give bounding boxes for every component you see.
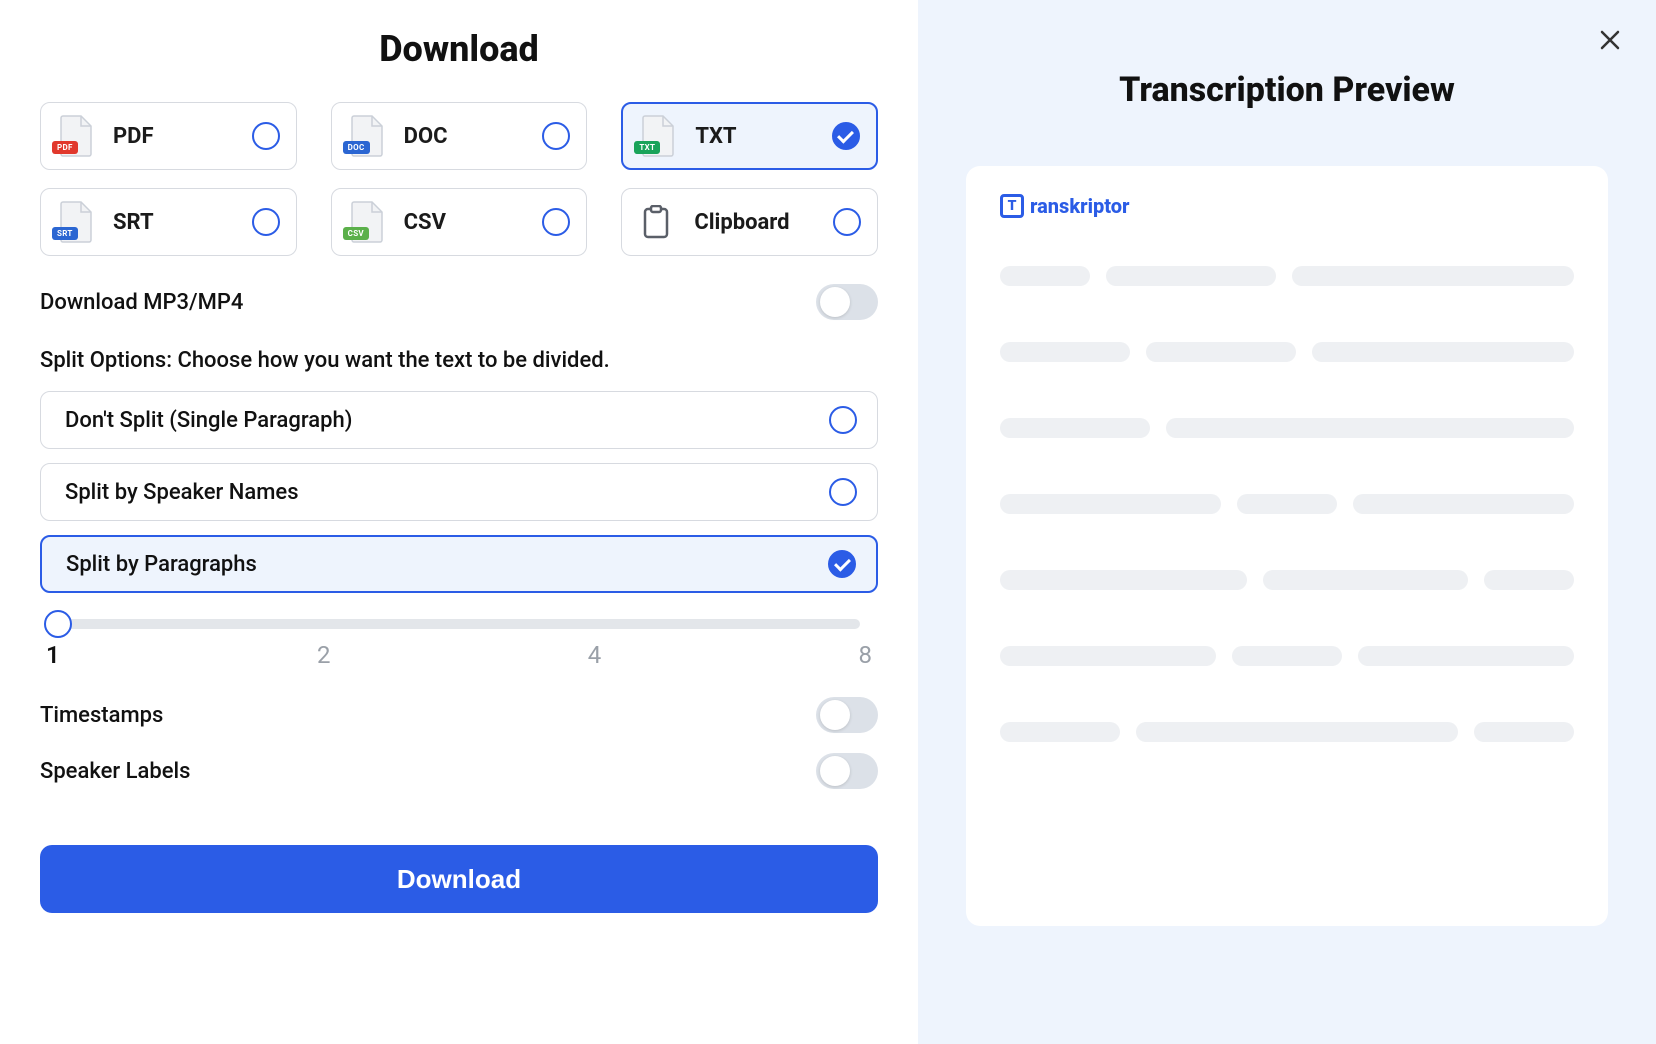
skeleton-row [1000, 570, 1574, 590]
split-options-heading: Split Options: Choose how you want the t… [40, 348, 878, 373]
radio-unchecked [833, 208, 861, 236]
skeleton-row [1000, 342, 1574, 362]
skeleton-line [1353, 494, 1574, 514]
radio-unchecked [542, 208, 570, 236]
clipboard-icon [636, 200, 676, 244]
skeleton-line [1000, 418, 1150, 438]
timestamps-label: Timestamps [40, 703, 163, 728]
skeleton-line [1000, 722, 1120, 742]
split-by-speaker[interactable]: Split by Speaker Names [40, 463, 878, 521]
download-mp3-mp4-row: Download MP3/MP4 [40, 284, 878, 320]
format-label: PDF [113, 124, 252, 149]
timestamps-toggle[interactable] [816, 697, 878, 733]
download-mp3-mp4-label: Download MP3/MP4 [40, 290, 243, 315]
skeleton-line [1136, 722, 1458, 742]
split-dont-split[interactable]: Don't Split (Single Paragraph) [40, 391, 878, 449]
skeleton-row [1000, 418, 1574, 438]
radio-unchecked [829, 406, 857, 434]
file-icon: CSV [346, 200, 386, 244]
download-title: Download [40, 28, 878, 70]
preview-panel: Transcription Preview T ranskriptor [918, 0, 1656, 1044]
format-label: TXT [695, 124, 832, 149]
skeleton-line [1000, 494, 1221, 514]
skeleton-line [1263, 570, 1468, 590]
format-badge: SRT [52, 227, 78, 240]
paragraph-count-slider[interactable] [44, 607, 874, 635]
speaker-labels-label: Speaker Labels [40, 759, 190, 784]
skeleton-line [1232, 646, 1342, 666]
format-badge: TXT [634, 141, 660, 154]
split-option-label: Split by Paragraphs [66, 552, 257, 577]
skeleton-line [1166, 418, 1574, 438]
radio-checked [832, 122, 860, 150]
skeleton-line [1000, 570, 1247, 590]
skeleton-line [1292, 266, 1574, 286]
skeleton-line [1237, 494, 1337, 514]
format-pdf[interactable]: PDF PDF [40, 102, 297, 170]
speaker-labels-toggle[interactable] [816, 753, 878, 789]
format-label: SRT [113, 210, 252, 235]
format-doc[interactable]: DOC DOC [331, 102, 588, 170]
slider-tick: 8 [858, 641, 872, 669]
skeleton-line [1000, 342, 1130, 362]
radio-unchecked [542, 122, 570, 150]
skeleton-line [1146, 342, 1296, 362]
radio-checked [828, 550, 856, 578]
file-icon: PDF [55, 114, 95, 158]
format-grid: PDF PDF DOC DOC TXT TXT [40, 102, 878, 256]
brand-logo: T ranskriptor [1000, 194, 1574, 218]
split-option-label: Split by Speaker Names [65, 480, 299, 505]
split-by-paragraphs[interactable]: Split by Paragraphs [40, 535, 878, 593]
preview-card: T ranskriptor [966, 166, 1608, 926]
skeleton-row [1000, 722, 1574, 742]
skeleton-line [1106, 266, 1276, 286]
skeleton-row [1000, 266, 1574, 286]
slider-tick: 4 [588, 641, 602, 669]
speaker-labels-row: Speaker Labels [40, 753, 878, 789]
download-mp3-mp4-toggle[interactable] [816, 284, 878, 320]
split-option-label: Don't Split (Single Paragraph) [65, 408, 352, 433]
download-button[interactable]: Download [40, 845, 878, 913]
skeleton-line [1000, 266, 1090, 286]
format-txt[interactable]: TXT TXT [621, 102, 878, 170]
radio-unchecked [252, 208, 280, 236]
close-button[interactable] [1592, 22, 1628, 58]
format-badge: DOC [343, 141, 370, 154]
skeleton-row [1000, 494, 1574, 514]
skeleton-line [1484, 570, 1574, 590]
slider-ticks: 1 2 4 8 [46, 641, 872, 669]
file-icon: TXT [637, 114, 677, 158]
format-srt[interactable]: SRT SRT [40, 188, 297, 256]
slider-tick: 1 [46, 641, 60, 669]
format-label: Clipboard [694, 210, 833, 235]
timestamps-row: Timestamps [40, 697, 878, 733]
close-icon [1599, 29, 1621, 51]
file-icon: SRT [55, 200, 95, 244]
brand-mark-icon: T [1000, 194, 1024, 218]
format-badge: CSV [343, 227, 369, 240]
download-panel: Download PDF PDF DOC DOC TXT TX [0, 0, 918, 1044]
format-badge: PDF [52, 141, 78, 154]
skeleton-row [1000, 646, 1574, 666]
file-icon: DOC [346, 114, 386, 158]
format-csv[interactable]: CSV CSV [331, 188, 588, 256]
radio-unchecked [252, 122, 280, 150]
brand-text: ranskriptor [1030, 194, 1130, 218]
skeleton-line [1474, 722, 1574, 742]
slider-tick: 2 [317, 641, 331, 669]
slider-thumb[interactable] [44, 610, 72, 638]
skeleton-line [1000, 646, 1216, 666]
format-clipboard[interactable]: Clipboard [621, 188, 878, 256]
radio-unchecked [829, 478, 857, 506]
skeleton-line [1358, 646, 1574, 666]
slider-track [58, 619, 860, 629]
preview-title: Transcription Preview [966, 70, 1608, 110]
format-label: DOC [404, 124, 543, 149]
skeleton-line [1312, 342, 1574, 362]
format-label: CSV [404, 210, 543, 235]
